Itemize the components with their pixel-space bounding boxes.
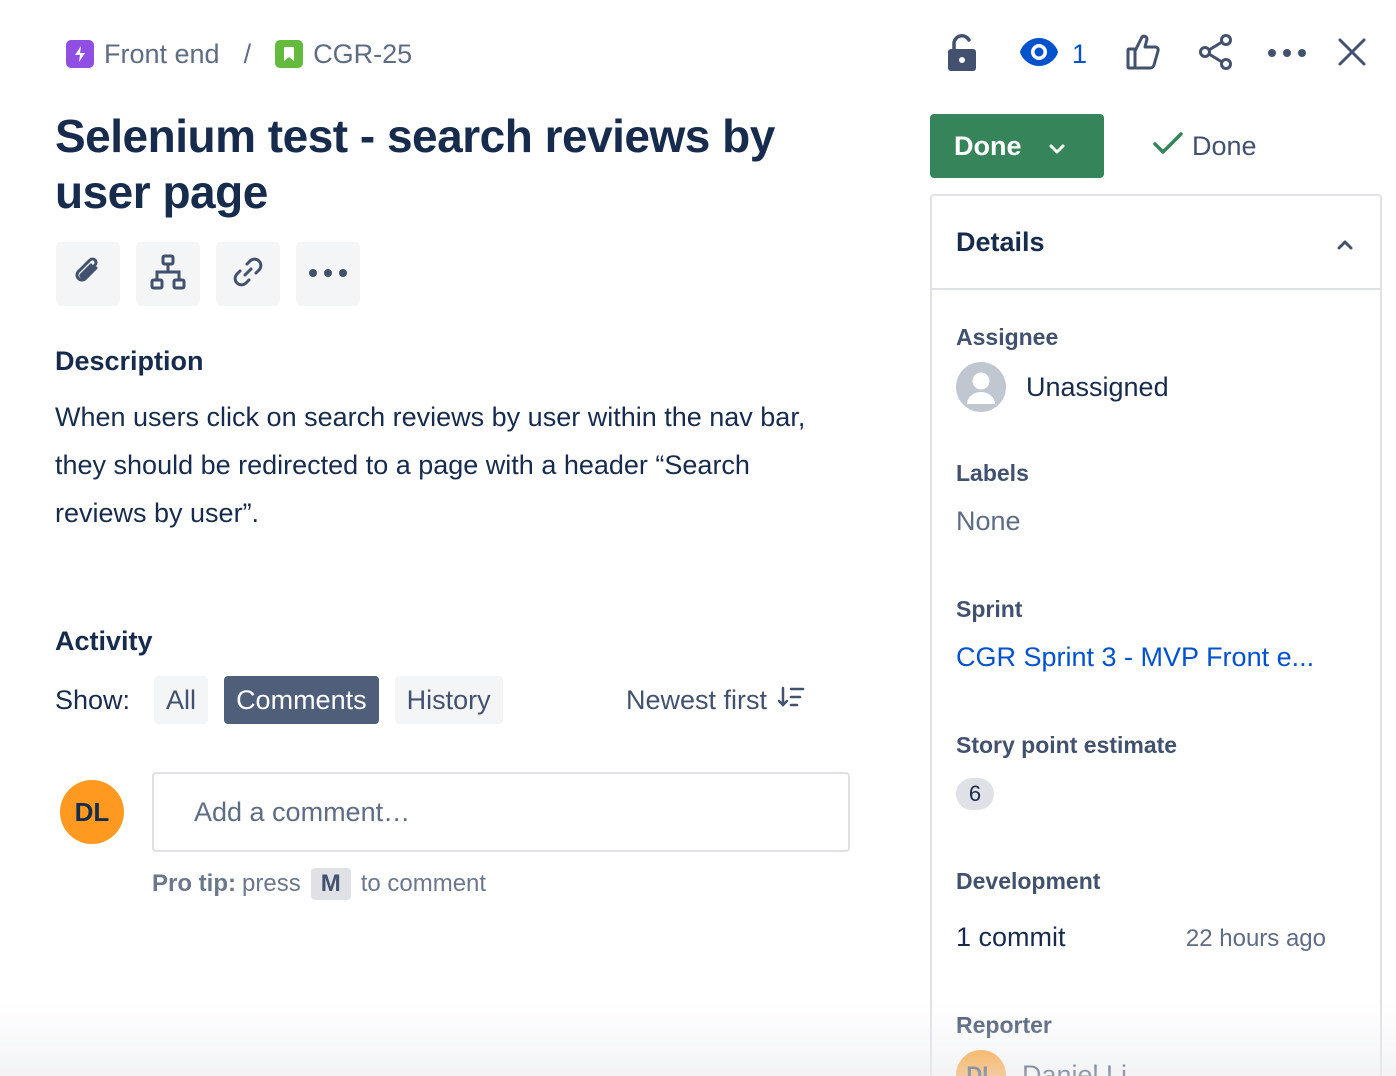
breadcrumb: Front end / CGR-25: [66, 36, 412, 72]
share-button[interactable]: [1197, 30, 1235, 78]
issue-toolbar: [56, 242, 360, 306]
details-header[interactable]: Details: [932, 196, 1380, 290]
close-icon: [1337, 37, 1367, 72]
reporter-avatar: DL: [956, 1050, 1006, 1076]
commit-link[interactable]: 1 commit: [956, 922, 1066, 953]
link-icon: [229, 253, 267, 296]
status-dropdown-button[interactable]: Done: [930, 114, 1104, 178]
reporter-name: Daniel Li: [1022, 1059, 1128, 1076]
reporter-label: Reporter: [956, 1012, 1052, 1038]
paperclip-icon: [70, 254, 106, 295]
activity-heading: Activity: [55, 626, 153, 656]
protip-bold: Pro tip:: [152, 870, 236, 897]
restrict-button[interactable]: [940, 30, 984, 78]
status-label: Done: [954, 130, 1022, 161]
protip-rest: to comment: [360, 870, 487, 897]
thumbs-up-icon: [1125, 33, 1161, 76]
issue-header-actions: 1: [940, 30, 1367, 78]
link-issue-button[interactable]: [216, 242, 280, 306]
resolution-status: Done: [1152, 128, 1257, 164]
add-child-issue-button[interactable]: [136, 242, 200, 306]
development-label: Development: [956, 868, 1101, 894]
development-field: 1 commit 22 hours ago: [956, 922, 1326, 953]
description-heading: Description: [55, 346, 204, 376]
labels-value[interactable]: None: [956, 506, 1021, 537]
breadcrumb-parent-link[interactable]: Front end: [104, 39, 220, 70]
sort-descending-icon: [777, 685, 805, 716]
check-icon: [1152, 130, 1184, 163]
story-points-field[interactable]: 6: [956, 778, 994, 810]
share-icon: [1197, 33, 1235, 76]
chevron-up-icon: [1336, 227, 1354, 258]
vote-button[interactable]: [1125, 30, 1161, 78]
assignee-value: Unassigned: [1026, 371, 1169, 402]
resolution-label: Done: [1192, 130, 1257, 161]
show-label: Show:: [55, 684, 131, 715]
attach-button[interactable]: [56, 242, 120, 306]
details-title: Details: [956, 226, 1045, 257]
current-user-avatar: DL: [60, 780, 124, 844]
sprint-label: Sprint: [956, 596, 1023, 622]
activity-filter-bar: Show: All Comments History: [55, 676, 519, 724]
breadcrumb-issue-key-link[interactable]: CGR-25: [313, 39, 412, 70]
epic-icon: [66, 40, 94, 68]
sprint-link[interactable]: CGR Sprint 3 - MVP Front e...: [956, 642, 1314, 673]
filter-history-button[interactable]: History: [394, 676, 503, 724]
hierarchy-icon: [149, 253, 187, 296]
story-icon: [275, 40, 304, 68]
filter-comments-button[interactable]: Comments: [224, 676, 379, 724]
labels-label: Labels: [956, 460, 1029, 486]
more-options-button[interactable]: [1267, 30, 1307, 78]
more-actions-button[interactable]: [296, 242, 360, 306]
filter-all-button[interactable]: All: [154, 676, 209, 724]
story-points-badge: 6: [956, 778, 994, 810]
commit-time: 22 hours ago: [1185, 925, 1326, 952]
pro-tip: Pro tip: press M to comment: [152, 866, 486, 902]
chevron-down-icon: [1048, 131, 1066, 162]
add-comment-input[interactable]: [152, 772, 850, 852]
story-points-label: Story point estimate: [956, 732, 1178, 758]
more-icon: [1267, 45, 1307, 63]
protip-key: M: [310, 868, 351, 900]
sort-label: Newest first: [626, 684, 768, 715]
protip-press: press: [242, 870, 301, 897]
unlock-icon: [946, 32, 978, 77]
eye-icon: [1018, 35, 1060, 74]
issue-title[interactable]: Selenium test - search reviews by user p…: [55, 108, 815, 220]
unassigned-avatar-icon: [956, 362, 1006, 412]
watch-count: 1: [1072, 38, 1088, 69]
details-panel: Details Assignee Unassigned Labels None …: [930, 194, 1382, 1076]
assignee-label: Assignee: [956, 324, 1059, 350]
breadcrumb-separator: /: [243, 38, 252, 69]
assignee-field[interactable]: Unassigned: [956, 362, 1169, 412]
sort-order-button[interactable]: Newest first: [626, 676, 805, 724]
reporter-field[interactable]: DL Daniel Li: [956, 1050, 1127, 1076]
description-text[interactable]: When users click on search reviews by us…: [55, 393, 835, 537]
close-button[interactable]: [1337, 30, 1367, 78]
watch-button[interactable]: 1: [1018, 30, 1087, 78]
more-icon: [308, 265, 348, 283]
